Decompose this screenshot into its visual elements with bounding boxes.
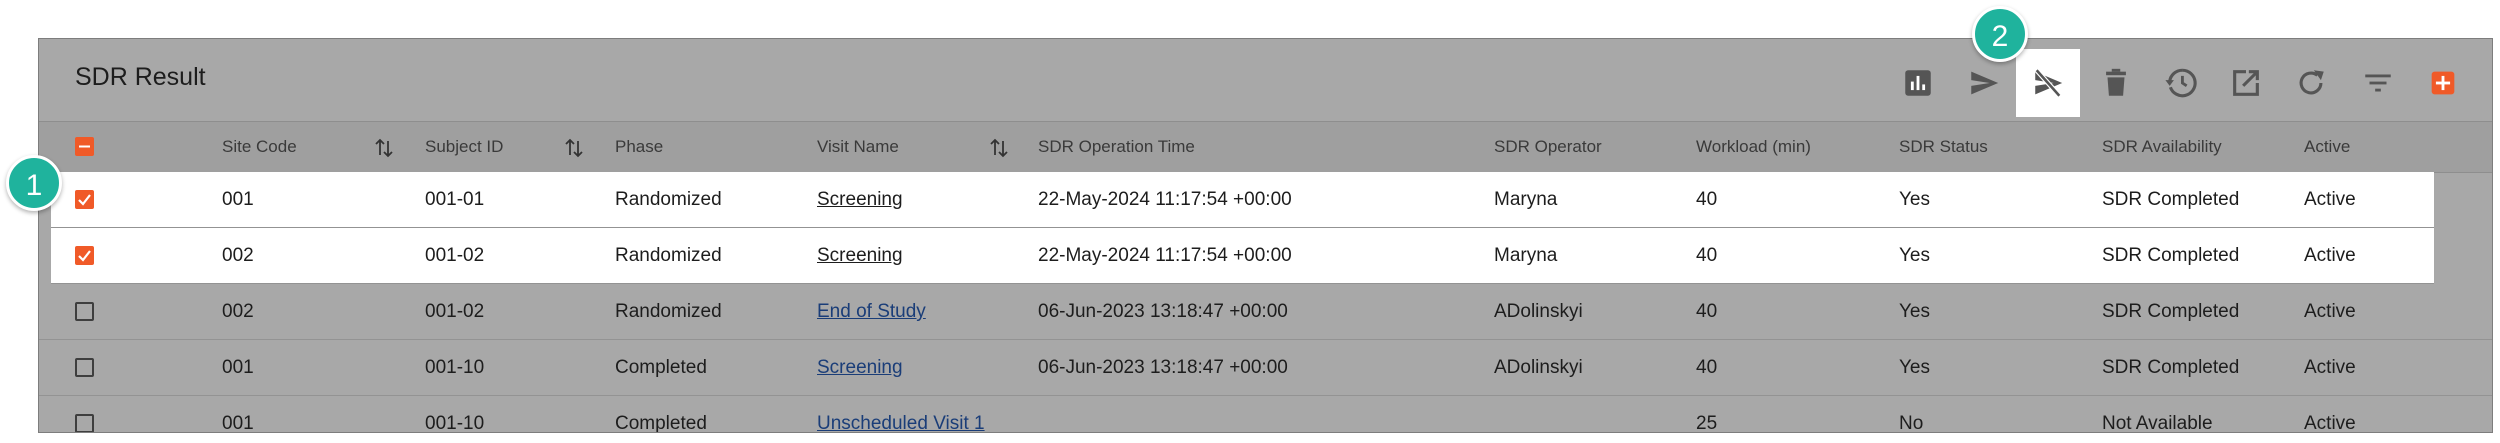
delete-button[interactable] — [2084, 51, 2148, 115]
cell-active: Active — [2304, 301, 2356, 322]
col-site-code[interactable]: Site Code — [222, 122, 297, 172]
cell-site-code: 001 — [222, 413, 254, 433]
cell-workload: 40 — [1696, 189, 1718, 210]
sdr-result-panel: SDR Result Site Code Subject ID Phase Vi… — [38, 38, 2493, 433]
cell-op-time: 22-May-2024 11:17:54 +00:00 — [1038, 245, 1292, 266]
cell-phase: Randomized — [615, 189, 722, 210]
cell-operator: ADolinskyi — [1494, 301, 1583, 322]
add-icon — [2431, 71, 2455, 95]
table-row[interactable]: 001 001-10 Completed Unscheduled Visit 1… — [39, 396, 2492, 433]
cell-workload: 25 — [1696, 413, 1718, 433]
cell-workload: 40 — [1696, 301, 1718, 322]
cell-phase: Completed — [615, 357, 707, 378]
col-subject-id[interactable]: Subject ID — [425, 122, 503, 172]
visit-name-link[interactable]: End of Study — [817, 284, 926, 340]
cell-status: No — [1899, 413, 1924, 433]
col-workload[interactable]: Workload (min) — [1696, 122, 1811, 172]
refresh-icon — [2299, 70, 2324, 95]
row-checkbox[interactable] — [75, 190, 94, 209]
cell-subject-id: 001-02 — [425, 245, 485, 266]
cell-availability: SDR Completed — [2102, 245, 2240, 266]
cell-operator: ADolinskyi — [1494, 357, 1583, 378]
panel-header: SDR Result — [39, 39, 2492, 121]
table-header: Site Code Subject ID Phase Visit Name SD… — [39, 121, 2492, 173]
cell-active: Active — [2304, 189, 2356, 210]
trash-icon — [2106, 68, 2126, 96]
cancel-send-icon — [2034, 68, 2063, 98]
sort-icon[interactable] — [564, 137, 584, 159]
cell-status: Yes — [1899, 189, 1930, 210]
cell-operator: Maryna — [1494, 245, 1558, 266]
open-external-button[interactable] — [2214, 51, 2278, 115]
cell-op-time: 06-Jun-2023 13:18:47 +00:00 — [1038, 357, 1288, 378]
cell-availability: SDR Completed — [2102, 357, 2240, 378]
filter-button[interactable] — [2346, 51, 2410, 115]
col-status[interactable]: SDR Status — [1899, 122, 1988, 172]
cell-site-code: 001 — [222, 189, 254, 210]
cell-availability: Not Available — [2102, 413, 2213, 433]
visit-name-link[interactable]: Screening — [817, 172, 903, 228]
callout-2: 2 — [1972, 6, 2028, 62]
row-checkbox[interactable] — [75, 302, 94, 321]
check-icon — [78, 250, 91, 262]
sort-icon[interactable] — [374, 137, 394, 159]
col-op-time[interactable]: SDR Operation Time — [1038, 122, 1195, 172]
refresh-button[interactable] — [2279, 51, 2343, 115]
add-button[interactable] — [2411, 51, 2475, 115]
cell-subject-id: 001-10 — [425, 357, 485, 378]
cell-subject-id: 001-02 — [425, 301, 485, 322]
cell-operator: Maryna — [1494, 189, 1558, 210]
history-icon — [2165, 68, 2197, 98]
row-checkbox[interactable] — [75, 358, 94, 377]
cell-active: Active — [2304, 357, 2356, 378]
cell-availability: SDR Completed — [2102, 189, 2240, 210]
bar-chart-icon — [1905, 70, 1931, 96]
cell-op-time: 06-Jun-2023 13:18:47 +00:00 — [1038, 301, 1288, 322]
cell-workload: 40 — [1696, 245, 1718, 266]
open-external-icon — [2233, 70, 2259, 96]
cell-site-code: 002 — [222, 245, 254, 266]
visit-name-link[interactable]: Screening — [817, 340, 903, 396]
col-active[interactable]: Active — [2304, 122, 2350, 172]
filter-icon — [2365, 74, 2391, 92]
table-row[interactable]: 001 001-10 Completed Screening 06-Jun-20… — [39, 340, 2492, 396]
cell-site-code: 001 — [222, 357, 254, 378]
cell-active: Active — [2304, 245, 2356, 266]
cell-status: Yes — [1899, 245, 1930, 266]
select-all-checkbox[interactable] — [75, 137, 94, 156]
toolbar — [39, 39, 2492, 121]
cell-phase: Completed — [615, 413, 707, 433]
chart-button[interactable] — [1886, 51, 1950, 115]
col-operator[interactable]: SDR Operator — [1494, 122, 1602, 172]
minus-icon — [79, 145, 90, 148]
table-row[interactable]: 002 001-02 Randomized Screening 22-May-2… — [51, 228, 2434, 284]
col-phase[interactable]: Phase — [615, 122, 663, 172]
send-icon — [1971, 71, 1999, 95]
cell-status: Yes — [1899, 301, 1930, 322]
history-button[interactable] — [2149, 51, 2213, 115]
cancel-send-button[interactable] — [2016, 49, 2080, 117]
visit-name-link[interactable]: Unscheduled Visit 1 — [817, 396, 985, 432]
callout-1: 1 — [6, 155, 62, 211]
cell-phase: Randomized — [615, 245, 722, 266]
cell-subject-id: 001-10 — [425, 413, 485, 433]
table-row[interactable]: 002 001-02 Randomized End of Study 06-Ju… — [39, 284, 2492, 340]
cell-subject-id: 001-01 — [425, 189, 485, 210]
col-availability[interactable]: SDR Availability — [2102, 122, 2222, 172]
cell-phase: Randomized — [615, 301, 722, 322]
cell-availability: SDR Completed — [2102, 301, 2240, 322]
table-row[interactable]: 001 001-01 Randomized Screening 22-May-2… — [51, 172, 2434, 228]
check-icon — [78, 194, 91, 206]
cell-status: Yes — [1899, 357, 1930, 378]
cell-workload: 40 — [1696, 357, 1718, 378]
cell-active: Active — [2304, 413, 2356, 433]
row-checkbox[interactable] — [75, 414, 94, 432]
cell-site-code: 002 — [222, 301, 254, 322]
col-visit-name[interactable]: Visit Name — [817, 122, 899, 172]
sort-icon[interactable] — [989, 137, 1009, 159]
cell-op-time: 22-May-2024 11:17:54 +00:00 — [1038, 189, 1292, 210]
row-checkbox[interactable] — [75, 246, 94, 265]
visit-name-link[interactable]: Screening — [817, 228, 903, 284]
